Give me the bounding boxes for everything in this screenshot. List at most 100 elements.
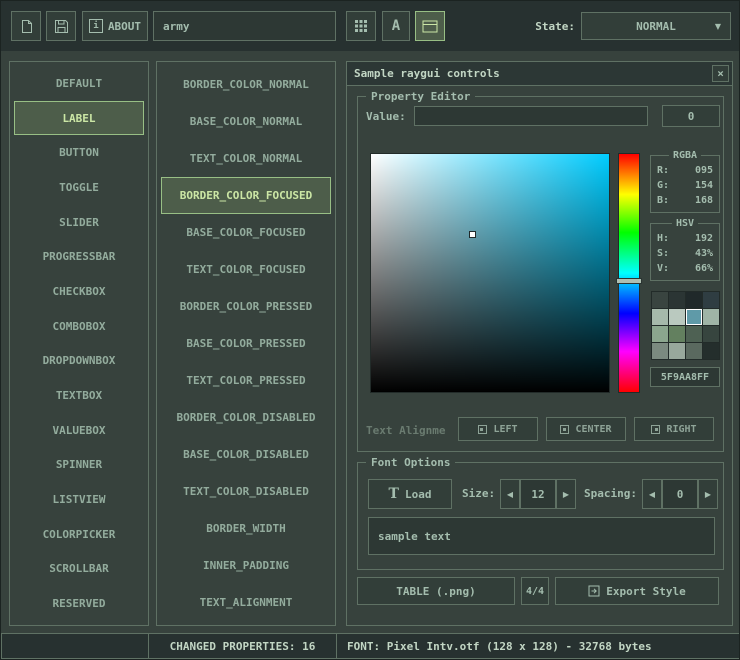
letter-a-icon: A: [392, 18, 400, 34]
arrow-left-icon: ◀: [649, 490, 655, 499]
export-format-pager[interactable]: 4/4: [521, 577, 549, 605]
close-button[interactable]: ×: [712, 65, 729, 82]
value-input[interactable]: [414, 106, 648, 126]
palette-swatch[interactable]: [669, 343, 685, 359]
property-item-selected[interactable]: BORDER_COLOR_FOCUSED: [161, 177, 331, 214]
control-item-selected[interactable]: LABEL: [14, 101, 144, 136]
palette-swatch[interactable]: [652, 309, 668, 325]
controls-view-button[interactable]: [415, 11, 445, 41]
state-dropdown-value: NORMAL: [636, 20, 676, 33]
control-item[interactable]: RESERVED: [14, 586, 144, 621]
spacing-increment-button[interactable]: ▶: [698, 479, 718, 509]
load-style-button[interactable]: [11, 11, 41, 41]
size-increment-button[interactable]: ▶: [556, 479, 576, 509]
palette-swatch[interactable]: [669, 326, 685, 342]
property-item[interactable]: TEXT_COLOR_PRESSED: [161, 362, 331, 399]
s-label: S:: [657, 246, 669, 261]
control-item[interactable]: PROGRESSBAR: [14, 239, 144, 274]
spacing-decrement-button[interactable]: ◀: [642, 479, 662, 509]
font-size-value[interactable]: 12: [520, 479, 556, 509]
align-right-button[interactable]: RIGHT: [634, 417, 714, 441]
control-item[interactable]: DROPDOWNBOX: [14, 344, 144, 379]
align-center-label: CENTER: [575, 424, 611, 435]
control-item[interactable]: LISTVIEW: [14, 482, 144, 517]
control-item[interactable]: SPINNER: [14, 448, 144, 483]
window-titlebar[interactable]: Sample raygui controls ×: [347, 62, 732, 86]
control-item[interactable]: TEXTBOX: [14, 378, 144, 413]
palette-swatch[interactable]: [686, 309, 702, 325]
export-style-button[interactable]: Export Style: [555, 577, 719, 605]
align-left-icon: [478, 425, 487, 434]
state-dropdown[interactable]: NORMAL ▼: [581, 12, 731, 40]
rgba-r-row: R: 095: [657, 163, 713, 178]
hue-bar[interactable]: [618, 153, 640, 393]
control-item[interactable]: VALUEBOX: [14, 413, 144, 448]
save-icon: [54, 19, 69, 34]
v-value: 66%: [695, 261, 713, 276]
property-item[interactable]: BASE_COLOR_DISABLED: [161, 436, 331, 473]
font-load-label: Load: [405, 488, 432, 501]
palette-swatch[interactable]: [703, 326, 719, 342]
font-size-label: Size:: [462, 487, 495, 500]
property-item[interactable]: TEXT_COLOR_NORMAL: [161, 140, 331, 177]
control-item[interactable]: SLIDER: [14, 205, 144, 240]
align-left-label: LEFT: [493, 424, 517, 435]
save-style-button[interactable]: [46, 11, 76, 41]
hsv-h-row: H: 192: [657, 231, 713, 246]
sample-text-input[interactable]: sample text: [368, 517, 715, 555]
color-cursor[interactable]: [469, 231, 476, 238]
font-options-label: Font Options: [366, 455, 455, 470]
color-panel[interactable]: [370, 153, 610, 393]
control-item[interactable]: DEFAULT: [14, 66, 144, 101]
property-item[interactable]: TEXT_COLOR_FOCUSED: [161, 251, 331, 288]
hsv-v-row: V: 66%: [657, 261, 713, 276]
property-item[interactable]: BASE_COLOR_NORMAL: [161, 103, 331, 140]
property-editor-label: Property Editor: [366, 89, 475, 104]
property-item[interactable]: BORDER_COLOR_PRESSED: [161, 288, 331, 325]
g-value: 154: [695, 178, 713, 193]
size-decrement-button[interactable]: ◀: [500, 479, 520, 509]
rgba-b-row: B: 168: [657, 193, 713, 208]
style-name-input[interactable]: [153, 11, 336, 41]
control-item[interactable]: BUTTON: [14, 135, 144, 170]
palette-swatch[interactable]: [686, 326, 702, 342]
property-item[interactable]: BASE_COLOR_FOCUSED: [161, 214, 331, 251]
palette-swatch[interactable]: [652, 326, 668, 342]
control-item[interactable]: SCROLLBAR: [14, 552, 144, 587]
property-item[interactable]: INNER_PADDING: [161, 547, 331, 584]
hue-cursor[interactable]: [616, 278, 642, 284]
property-item[interactable]: BORDER_WIDTH: [161, 510, 331, 547]
control-item[interactable]: COLORPICKER: [14, 517, 144, 552]
palette-swatch[interactable]: [652, 292, 668, 308]
palette-swatch[interactable]: [686, 343, 702, 359]
font-load-button[interactable]: T Load: [368, 479, 452, 509]
palette-swatch[interactable]: [703, 309, 719, 325]
align-left-button[interactable]: LEFT: [458, 417, 538, 441]
about-button[interactable]: i ABOUT: [82, 11, 148, 41]
palette-swatch[interactable]: [669, 309, 685, 325]
font-atlas-view-button[interactable]: A: [382, 11, 410, 41]
style-table-view-button[interactable]: [346, 11, 376, 41]
palette-swatch[interactable]: [669, 292, 685, 308]
control-item[interactable]: COMBOBOX: [14, 309, 144, 344]
hex-value-box[interactable]: 5F9AA8FF: [650, 367, 720, 387]
property-item[interactable]: BORDER_COLOR_DISABLED: [161, 399, 331, 436]
property-item[interactable]: BORDER_COLOR_NORMAL: [161, 66, 331, 103]
control-item[interactable]: TOGGLE: [14, 170, 144, 205]
palette-swatch[interactable]: [703, 292, 719, 308]
export-table-button[interactable]: TABLE (.png): [357, 577, 515, 605]
control-item[interactable]: CHECKBOX: [14, 274, 144, 309]
property-item[interactable]: TEXT_ALIGNMENT: [161, 584, 331, 621]
palette-swatch[interactable]: [686, 292, 702, 308]
align-center-button[interactable]: CENTER: [546, 417, 626, 441]
palette-swatch[interactable]: [652, 343, 668, 359]
property-item[interactable]: BASE_COLOR_PRESSED: [161, 325, 331, 362]
align-right-icon: [651, 425, 660, 434]
export-style-label: Export Style: [606, 585, 685, 598]
font-spacing-value[interactable]: 0: [662, 479, 698, 509]
align-right-label: RIGHT: [666, 424, 696, 435]
value-button[interactable]: 0: [662, 105, 720, 127]
property-item[interactable]: TEXT_COLOR_DISABLED: [161, 473, 331, 510]
file-icon: [19, 19, 34, 34]
palette-swatch[interactable]: [703, 343, 719, 359]
